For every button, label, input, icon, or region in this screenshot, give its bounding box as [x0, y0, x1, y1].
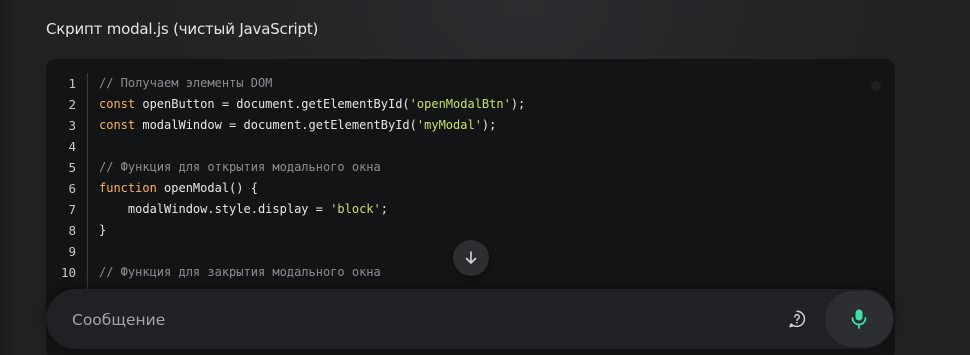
message-composer — [46, 289, 894, 351]
line-number: 1 — [68, 76, 76, 91]
code-token-plain: ); — [510, 97, 526, 111]
line-number: 5 — [68, 160, 76, 175]
line-number: 2 — [68, 97, 76, 112]
line-number-gutter: 1 2 3 4 5 6 7 8 9 10 — [46, 73, 76, 283]
line-number: 10 — [60, 265, 76, 280]
voice-input-button[interactable] — [825, 291, 893, 347]
line-number: 3 — [68, 118, 76, 133]
line-number: 7 — [68, 202, 76, 217]
code-token-comment: // Функция для закрытия модального окна — [99, 265, 381, 279]
code-token-plain: } — [99, 223, 107, 237]
line-number: 6 — [68, 181, 76, 196]
page: Скрипт modal.js (чистый JavaScript) 1 2 3 4… — [0, 0, 970, 355]
help-circle-icon — [789, 310, 806, 328]
code-line: const modalWindow = document.getElementB… — [99, 115, 525, 136]
code-token-plain: ; — [380, 202, 388, 216]
code-token-keyword: const — [99, 118, 136, 132]
microphone-icon — [851, 309, 867, 329]
line-number: 9 — [68, 244, 76, 259]
line-number: 4 — [68, 139, 76, 154]
help-button[interactable] — [786, 308, 808, 330]
code-token-plain: ); — [481, 118, 497, 132]
page-title: Скрипт modal.js (чистый JavaScript) — [46, 20, 319, 38]
code-token-string: 'myModal' — [416, 118, 482, 132]
code-line: } — [99, 220, 525, 241]
code-token-keyword: function — [99, 181, 157, 195]
arrow-down-icon — [465, 251, 477, 264]
code-token-keyword: const — [99, 97, 136, 111]
code-token-string: 'block' — [330, 202, 381, 216]
code-line: // Функция для открытия модального окна — [99, 157, 525, 178]
scroll-down-button[interactable] — [453, 240, 489, 276]
code-token-plain: modalWindow.style.display = — [99, 202, 331, 216]
code-line: function openModal() { — [99, 178, 525, 199]
code-line: modalWindow.style.display = 'block'; — [99, 199, 525, 220]
code-line: // Получаем элементы DOM — [99, 73, 525, 94]
code-token-comment: // Функция для открытия модального окна — [99, 160, 381, 174]
left-edge-shadow — [0, 0, 18, 355]
code-token-string: 'openModalBtn' — [409, 97, 511, 111]
line-number: 8 — [68, 223, 76, 238]
message-input[interactable] — [70, 289, 754, 351]
code-token-plain: modalWindow = document.getElementById( — [135, 118, 417, 132]
gutter-divider — [87, 73, 88, 289]
code-token-plain: openModal() { — [156, 181, 258, 195]
copy-indicator-icon[interactable] — [871, 81, 881, 91]
code-token-plain: openButton = document.getElementById( — [135, 97, 410, 111]
code-line: const openButton = document.getElementBy… — [99, 94, 525, 115]
code-token-comment: // Получаем элементы DOM — [99, 76, 273, 90]
